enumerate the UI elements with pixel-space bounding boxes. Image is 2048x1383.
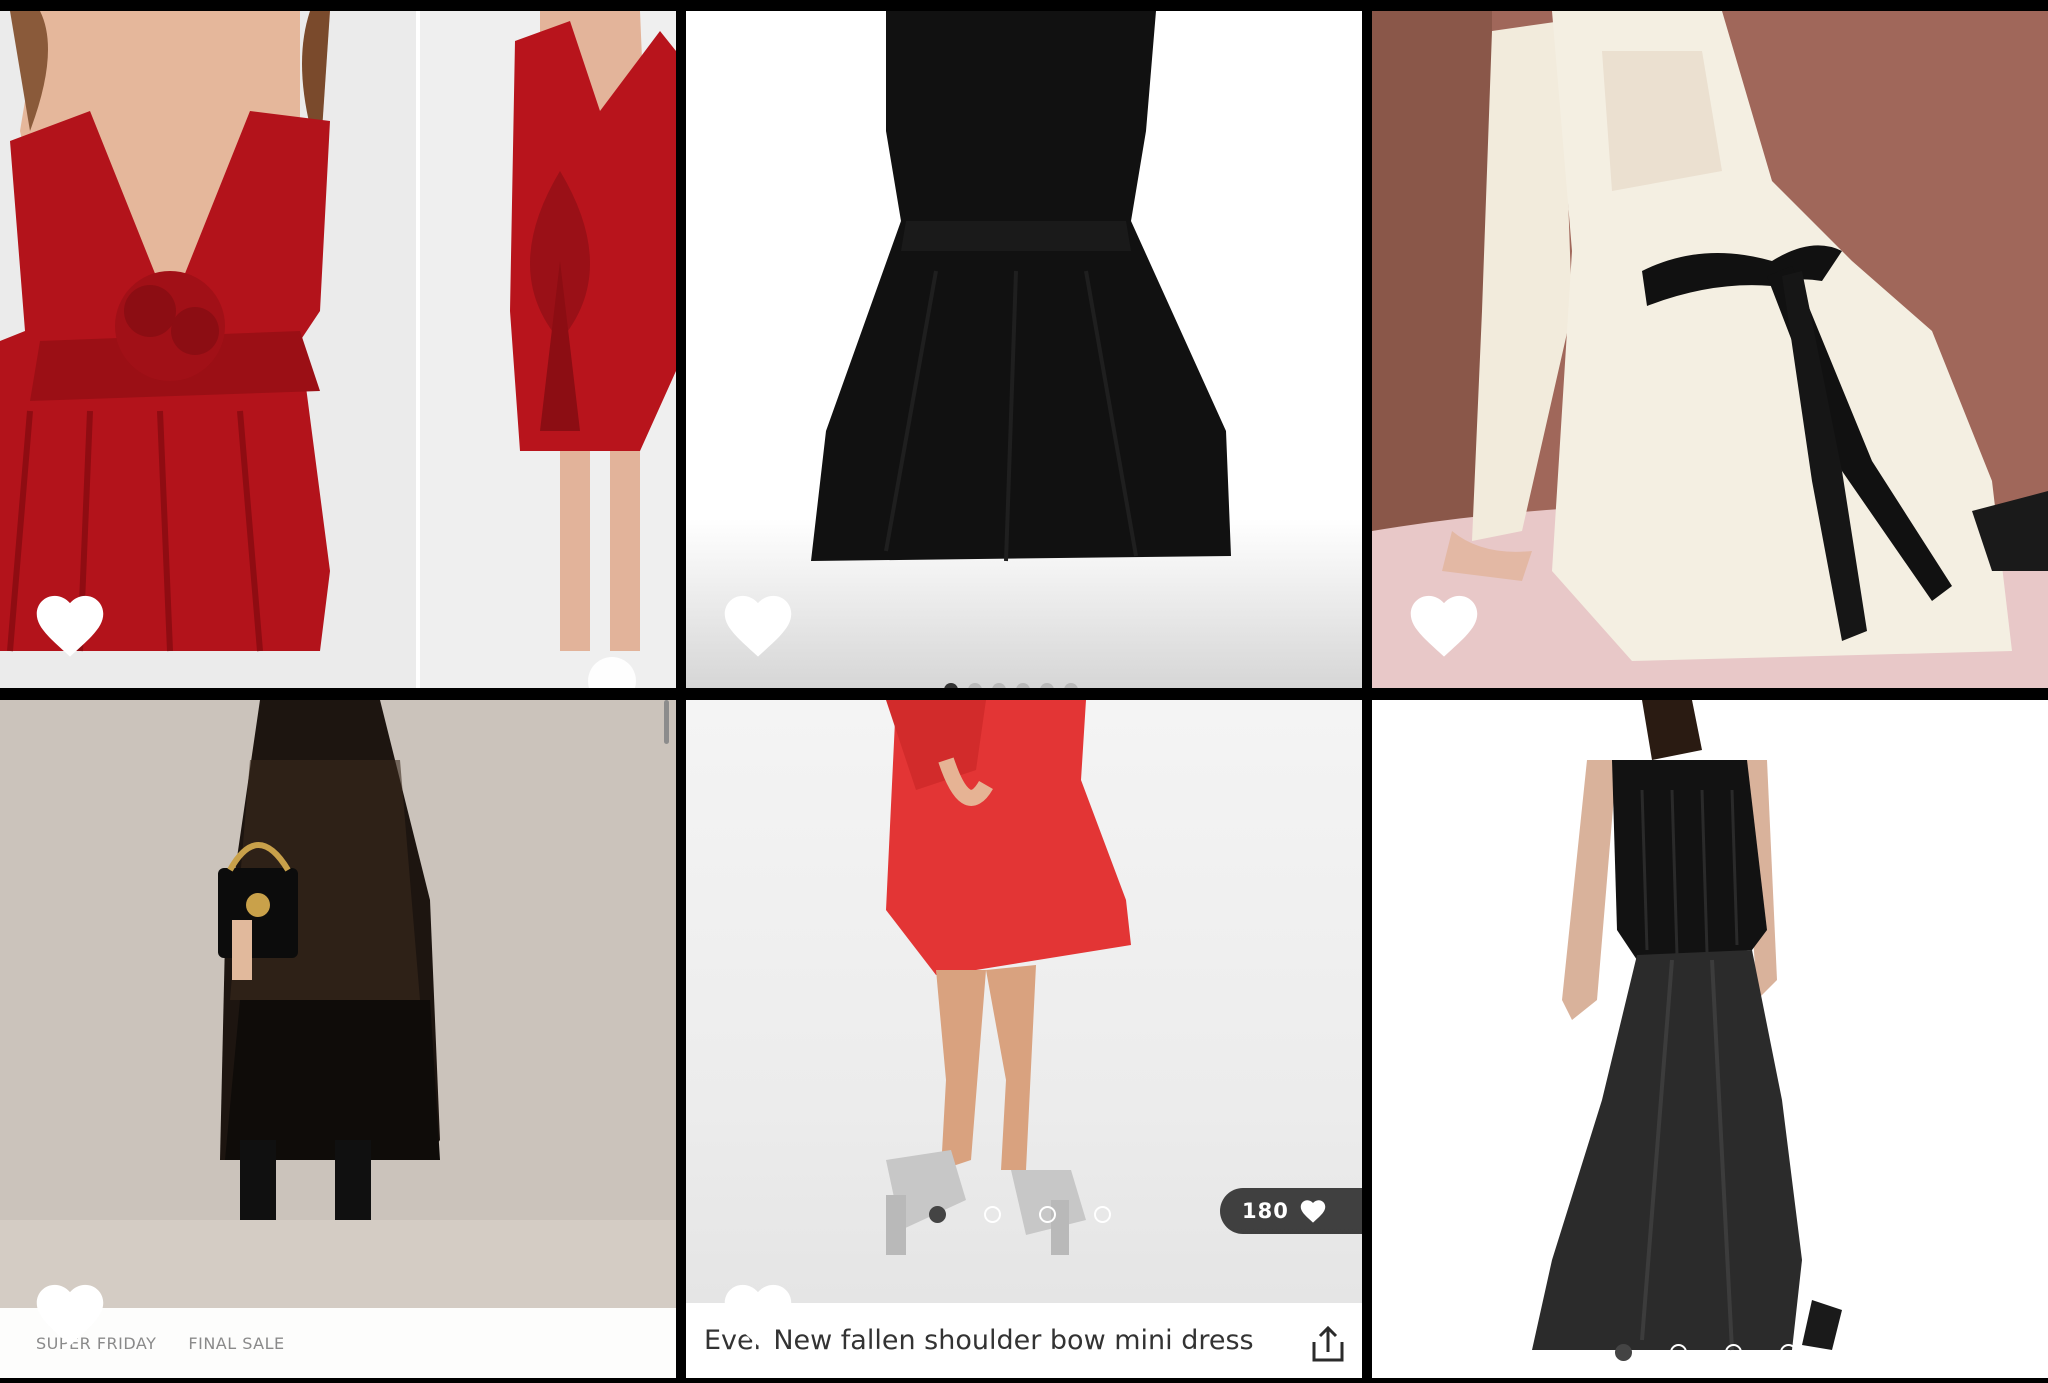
save-heart-icon[interactable] [720,589,796,661]
product-card-red-bow-dress[interactable] [0,11,676,688]
save-heart-icon[interactable] [720,1278,796,1350]
carousel-dots [929,1206,1111,1223]
product-image [0,11,676,688]
carousel-indicator [944,683,1078,688]
carousel-dot-3[interactable] [1725,1344,1742,1361]
product-image [1372,700,2048,1378]
like-count: 180 [1242,1199,1289,1223]
carousel-dot-2[interactable] [1670,1344,1687,1361]
carousel-dot-1[interactable] [1615,1344,1632,1361]
badge-final-sale: FINAL SALE [188,1333,285,1353]
save-heart-icon[interactable] [32,589,108,661]
carousel-dots [1615,1344,1797,1361]
save-heart-icon[interactable] [32,1278,108,1350]
product-card-black-lace-maxi[interactable]: SUPER FRIDAY FINAL SALE [0,700,676,1378]
carousel-dot-2[interactable] [984,1206,1001,1223]
share-icon[interactable] [1311,1325,1345,1363]
carousel-dot-3[interactable] [1039,1206,1056,1223]
product-image [1372,11,2048,688]
save-heart-icon[interactable] [1406,589,1482,661]
product-card-black-velvet-dress[interactable] [686,11,1362,688]
like-count-badge: 180 [1220,1188,1362,1234]
product-card-red-bow-mini[interactable]: 180 Ever New fallen shoulder bow mini dr… [686,700,1362,1378]
save-heart-icon[interactable] [1406,1278,1482,1350]
product-grid: SUPER FRIDAY FINAL SALE 180 Ever New fal… [0,0,2048,1383]
product-image [0,700,676,1378]
product-image [686,11,1362,688]
heart-icon [1300,1200,1326,1223]
scrollbar[interactable] [664,700,669,744]
product-card-black-velvet-slip[interactable] [1372,700,2048,1378]
product-card-white-ribbon-dress[interactable] [1372,11,2048,688]
product-image [686,700,1362,1378]
carousel-dot-1[interactable] [929,1206,946,1223]
carousel-dot-4[interactable] [1094,1206,1111,1223]
carousel-dot-4[interactable] [1780,1344,1797,1361]
